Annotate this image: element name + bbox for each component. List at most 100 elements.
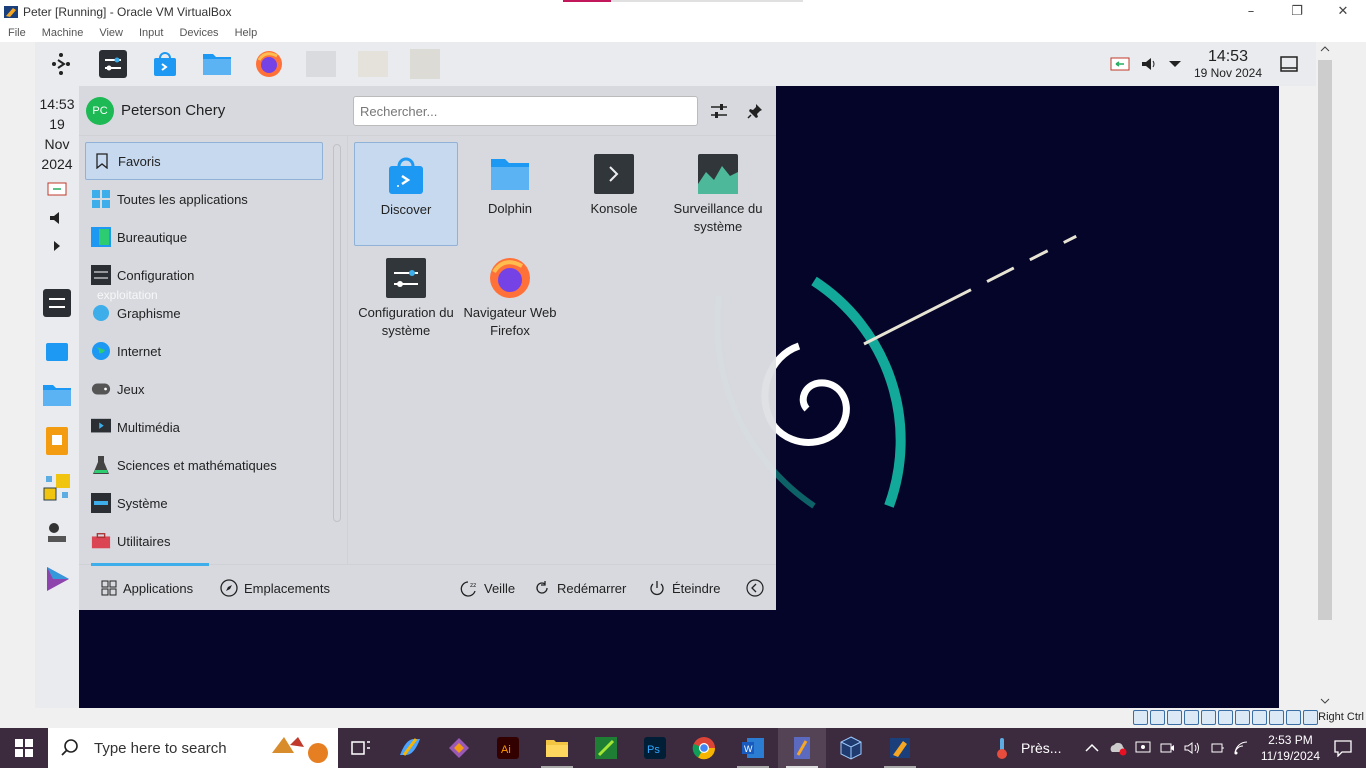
taskbar-faded-app-2[interactable]: [347, 42, 399, 86]
taskbar-excel-like[interactable]: [582, 728, 630, 768]
menu-help[interactable]: Help: [235, 27, 258, 39]
category-utilities[interactable]: Utilitaires: [85, 522, 323, 560]
left-volume[interactable]: [35, 204, 79, 232]
notifications-icon[interactable]: [1334, 739, 1352, 757]
mouse-integration-icon[interactable]: [1286, 710, 1301, 725]
hdd-icon[interactable]: [1133, 710, 1148, 725]
taskbar-faded-app-1[interactable]: [295, 42, 347, 86]
taskbar-virtualbox-vm[interactable]: [778, 728, 826, 768]
category-favorites[interactable]: Favoris: [85, 142, 323, 180]
taskbar-git[interactable]: [435, 728, 483, 768]
scroll-down-icon[interactable]: [1316, 694, 1334, 708]
taskbar-chrome[interactable]: [680, 728, 728, 768]
taskbar-file-explorer[interactable]: [533, 728, 581, 768]
windows-clock[interactable]: 2:53 PM 11/19/2024: [1261, 732, 1320, 764]
display-icon[interactable]: [1235, 710, 1250, 725]
taskbar-search-box[interactable]: Type here to search: [48, 728, 338, 768]
app-system-monitor[interactable]: Surveillance du système: [666, 142, 770, 246]
left-panel-clock[interactable]: 14:53 19 Nov 2024: [35, 94, 79, 174]
usb-icon[interactable]: [1201, 710, 1216, 725]
taskbar-illustrator[interactable]: Ai: [484, 728, 532, 768]
show-desktop-icon[interactable]: [1280, 56, 1298, 72]
app-dolphin[interactable]: Dolphin: [458, 142, 562, 246]
left-app-settings[interactable]: [35, 280, 79, 326]
top-panel-clock[interactable]: 14:53 19 Nov 2024: [1194, 48, 1262, 80]
recording-icon[interactable]: [1252, 710, 1267, 725]
menu-file[interactable]: File: [8, 27, 26, 39]
network-status-icon[interactable]: [1110, 57, 1130, 71]
menu-machine[interactable]: Machine: [42, 27, 84, 39]
left-clock-year: 2024: [41, 156, 73, 172]
network-icon[interactable]: [1184, 710, 1199, 725]
category-graphics[interactable]: Graphisme: [85, 294, 323, 332]
scrollbar-thumb[interactable]: [1318, 60, 1332, 620]
vm-vertical-scrollbar[interactable]: [1316, 42, 1334, 708]
menu-devices[interactable]: Devices: [179, 27, 218, 39]
left-app-presentation[interactable]: [35, 418, 79, 464]
power-plug-icon[interactable]: [1209, 740, 1225, 756]
category-internet[interactable]: Internet: [85, 332, 323, 370]
left-network[interactable]: [35, 174, 79, 204]
menu-view[interactable]: View: [99, 27, 123, 39]
taskbar-virtualbox-manager[interactable]: [827, 728, 875, 768]
restore-button[interactable]: ❐: [1274, 0, 1320, 23]
chevron-down-icon[interactable]: [1168, 59, 1182, 69]
app-konsole[interactable]: Konsole: [562, 142, 666, 246]
display-icon[interactable]: [1135, 740, 1151, 756]
left-app-shapes[interactable]: [35, 464, 79, 510]
left-app-discover[interactable]: [35, 326, 79, 372]
keyboard-icon[interactable]: [1303, 710, 1318, 725]
avatar[interactable]: PC: [86, 97, 114, 125]
cpu-icon[interactable]: [1269, 710, 1284, 725]
kde-launcher-button[interactable]: [35, 42, 87, 86]
task-view-button[interactable]: [337, 728, 385, 768]
sleep-button[interactable]: zz Veille: [460, 565, 515, 611]
left-app-dolphin[interactable]: [35, 372, 79, 418]
category-games[interactable]: Jeux: [85, 370, 323, 408]
volume-icon[interactable]: [1140, 55, 1158, 73]
app-discover[interactable]: Discover: [354, 142, 458, 246]
category-office[interactable]: Bureautique: [85, 218, 323, 256]
onedrive-error-icon[interactable]: [1109, 740, 1127, 756]
shutdown-button[interactable]: Éteindre: [648, 565, 720, 611]
pin-button[interactable]: [743, 99, 767, 123]
weather-widget[interactable]: Près...: [995, 728, 1061, 768]
taskbar-virtualbox-peter[interactable]: [876, 728, 924, 768]
left-app-chess[interactable]: [35, 510, 79, 556]
chevron-up-icon[interactable]: [1085, 743, 1099, 753]
leave-options-button[interactable]: [746, 565, 770, 611]
category-multimedia[interactable]: Multimédia: [85, 408, 323, 446]
minimize-button[interactable]: –: [1228, 0, 1274, 23]
taskbar-dolphin[interactable]: [191, 42, 243, 86]
wifi-icon[interactable]: [1233, 740, 1249, 756]
taskbar-word[interactable]: W: [729, 728, 777, 768]
category-system[interactable]: Système: [85, 484, 323, 522]
category-all-apps[interactable]: Toutes les applications: [85, 180, 323, 218]
category-science[interactable]: Sciences et mathématiques: [85, 446, 323, 484]
scroll-up-icon[interactable]: [1316, 42, 1334, 56]
close-button[interactable]: ✕: [1320, 0, 1366, 23]
taskbar-system-settings[interactable]: [87, 42, 139, 86]
menu-input[interactable]: Input: [139, 27, 163, 39]
tab-places[interactable]: Emplacements: [220, 565, 330, 611]
search-input[interactable]: [353, 96, 698, 126]
tab-applications[interactable]: Applications: [101, 565, 193, 611]
audio-icon[interactable]: [1167, 710, 1182, 725]
taskbar-copilot[interactable]: [386, 728, 434, 768]
app-system-settings[interactable]: Configuration du système: [354, 246, 458, 350]
taskbar-firefox[interactable]: [243, 42, 295, 86]
configure-button[interactable]: [707, 99, 731, 123]
restart-button[interactable]: Redémarrer: [533, 565, 626, 611]
camera-icon[interactable]: [1159, 740, 1175, 756]
taskbar-photoshop[interactable]: Ps: [631, 728, 679, 768]
start-button[interactable]: [0, 728, 48, 768]
shared-folder-icon[interactable]: [1218, 710, 1233, 725]
speaker-icon[interactable]: [1183, 740, 1201, 756]
app-firefox[interactable]: Navigateur Web Firefox: [458, 246, 562, 350]
taskbar-discover[interactable]: [139, 42, 191, 86]
taskbar-faded-app-3[interactable]: [399, 42, 451, 86]
optical-drive-icon[interactable]: [1150, 710, 1165, 725]
category-scrollbar[interactable]: [333, 144, 341, 522]
left-expand[interactable]: [35, 232, 79, 260]
left-app-media[interactable]: [35, 556, 79, 602]
